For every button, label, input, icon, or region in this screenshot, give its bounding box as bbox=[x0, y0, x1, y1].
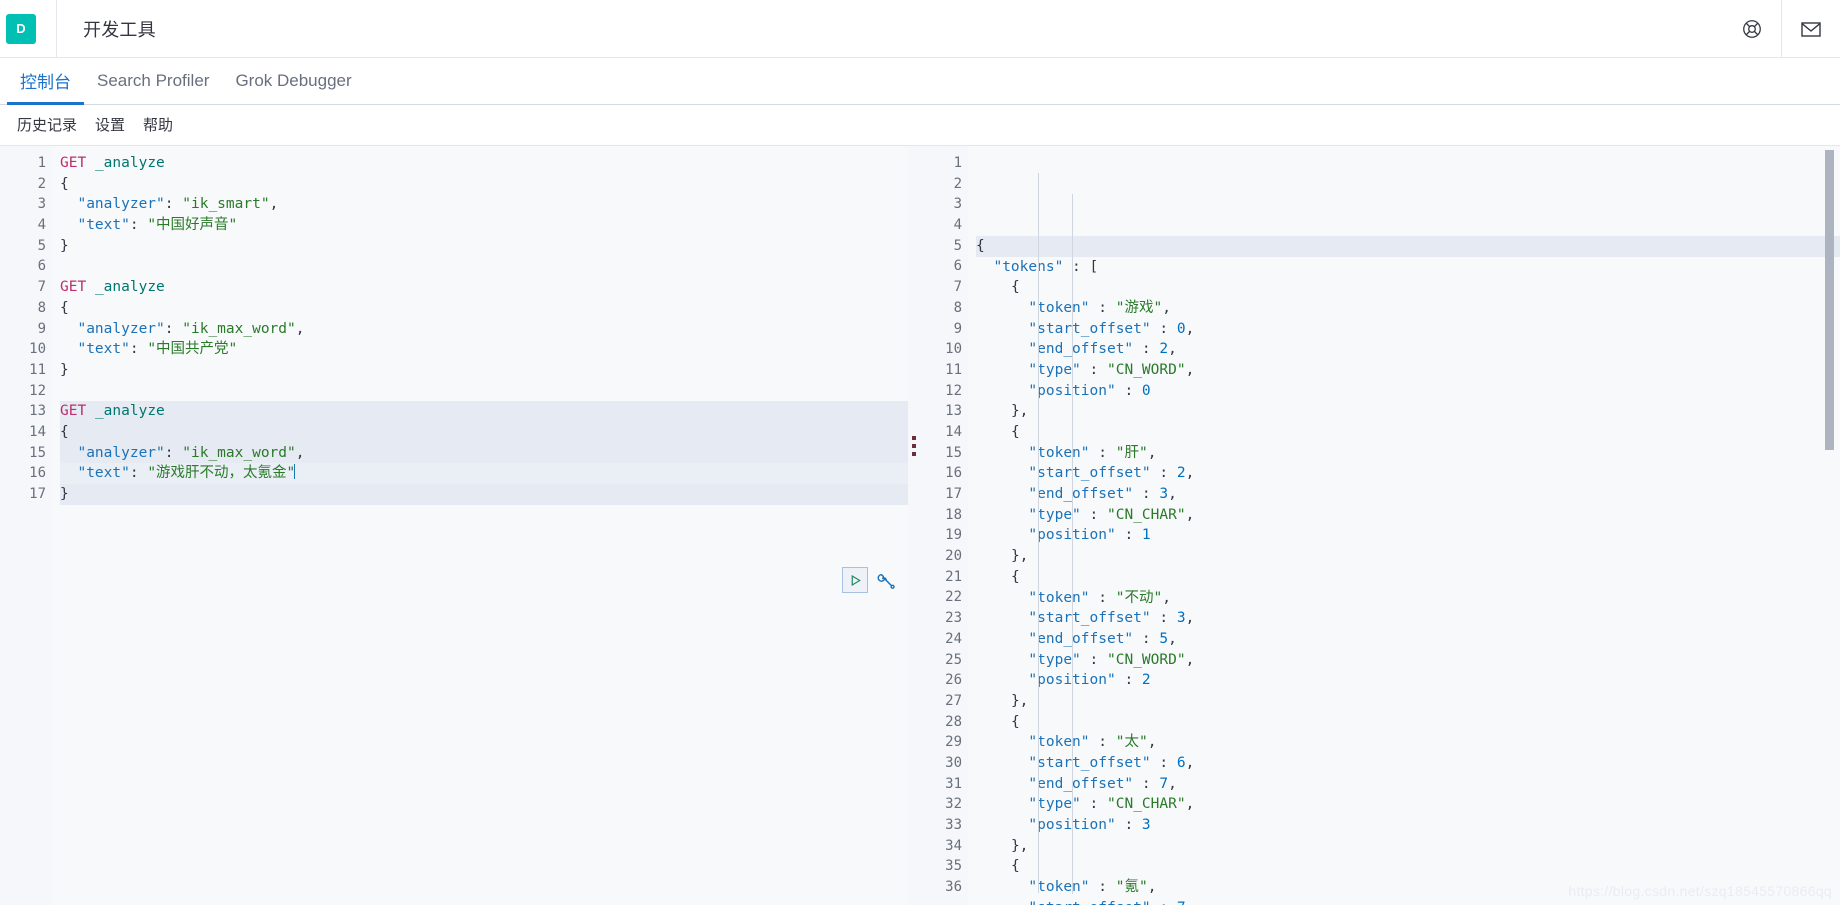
app-logo-badge: D bbox=[6, 13, 36, 44]
line-number: 12 bbox=[29, 382, 46, 399]
code-line: { bbox=[1010, 424, 1020, 440]
code-line: { bbox=[976, 235, 1840, 257]
code-line: "type" : "CN_CHAR", bbox=[1028, 796, 1195, 813]
resize-grip-dots bbox=[912, 436, 916, 456]
response-scrollbar-track[interactable] bbox=[1825, 146, 1837, 905]
response-scrollbar-thumb[interactable] bbox=[1825, 150, 1834, 450]
code-line[interactable]: GET _analyze bbox=[60, 153, 908, 174]
code-line[interactable] bbox=[60, 256, 908, 277]
code-line: "end_offset" : 7, bbox=[1028, 775, 1177, 792]
code-line[interactable]: "analyzer": "ik_max_word", bbox=[60, 442, 908, 464]
line-number: 15 bbox=[29, 444, 46, 461]
code-line[interactable]: GET _analyze bbox=[60, 401, 908, 422]
code-line: "token" : "太", bbox=[1028, 734, 1157, 751]
pane-resize-handle[interactable] bbox=[908, 146, 922, 905]
code-line: { bbox=[1010, 858, 1020, 875]
code-line[interactable]: } bbox=[60, 360, 908, 381]
line-number: 17▴ bbox=[0, 484, 57, 505]
code-line[interactable]: { bbox=[60, 298, 908, 319]
line-number: 11▴ bbox=[0, 360, 57, 381]
code-line: "position" : 1 bbox=[1028, 527, 1151, 544]
submenu-item-help[interactable]: 帮助 bbox=[134, 105, 182, 146]
code-line[interactable]: "analyzer": "ik_smart", bbox=[60, 194, 908, 215]
code-line: "tokens" : [ bbox=[993, 258, 1099, 275]
tab-console[interactable]: 控制台 bbox=[7, 57, 84, 105]
code-line: "position" : 0 bbox=[1028, 382, 1151, 399]
request-editor-pane[interactable]: 1 2▾3 4 5▴6 7 8▾9 10 11▴12 13 14▾15 16 17▴ GET _ana… bbox=[0, 146, 908, 905]
header-divider bbox=[56, 0, 57, 58]
line-number: 1 bbox=[37, 155, 46, 171]
code-line: "token" : "不动", bbox=[1028, 589, 1171, 606]
envelope-icon[interactable] bbox=[1782, 0, 1840, 58]
tab-grok-debugger[interactable]: Grok Debugger bbox=[222, 57, 364, 104]
submenu-item-settings[interactable]: 设置 bbox=[86, 105, 134, 146]
line-number: 9 bbox=[37, 320, 46, 337]
line-number: 16 bbox=[29, 465, 46, 482]
code-line: "type" : "CN_WORD", bbox=[1028, 651, 1195, 668]
console-workspace: 1 2▾3 4 5▴6 7 8▾9 10 11▴12 13 14▾15 16 17▴ GET _ana… bbox=[0, 146, 1840, 905]
wrench-icon[interactable] bbox=[875, 569, 897, 591]
line-number: 13 bbox=[29, 403, 46, 420]
code-line: "token" : "游戏", bbox=[1028, 299, 1171, 316]
code-line: "type" : "CN_WORD", bbox=[1028, 361, 1195, 378]
line-number: 10 bbox=[29, 341, 46, 358]
code-line: "position" : 3 bbox=[1028, 817, 1151, 834]
watermark-text: https://blog.csdn.net/szq18545570866qq bbox=[1568, 883, 1832, 899]
code-line: "end_offset" : 3, bbox=[1028, 486, 1177, 503]
line-number: 8▾ bbox=[0, 298, 57, 319]
code-line: { bbox=[1010, 568, 1020, 585]
page-title: 开发工具 bbox=[83, 19, 156, 40]
line-number: 6 bbox=[37, 258, 46, 275]
line-number: 7 bbox=[37, 279, 46, 296]
code-line: "start_offset" : 2, bbox=[1028, 465, 1195, 482]
code-line: { bbox=[1010, 713, 1020, 730]
tab-search-profiler[interactable]: Search Profiler bbox=[84, 57, 222, 104]
send-request-play-icon[interactable] bbox=[842, 567, 868, 593]
app-header: D 开发工具 bbox=[0, 0, 1840, 58]
code-line: "end_offset" : 5, bbox=[1028, 630, 1177, 647]
line-number: 3 bbox=[37, 196, 46, 213]
code-line: "start_offset" : 3, bbox=[1028, 610, 1195, 627]
code-line[interactable]: GET _analyze bbox=[60, 277, 908, 298]
code-line[interactable]: { bbox=[60, 174, 908, 195]
code-line: { bbox=[1010, 279, 1020, 296]
request-actions bbox=[842, 567, 897, 593]
submenu-item-history[interactable]: 历史记录 bbox=[8, 105, 86, 146]
lifebuoy-icon[interactable] bbox=[1723, 0, 1781, 58]
code-line: "token" : "肝", bbox=[1028, 444, 1157, 461]
line-number: 2▾ bbox=[0, 174, 57, 195]
line-number: 14▾ bbox=[0, 422, 57, 443]
code-line: "start_offset" : 0, bbox=[1028, 320, 1195, 337]
code-line[interactable]: "analyzer": "ik_max_word", bbox=[60, 319, 908, 340]
code-line[interactable]: } bbox=[60, 484, 908, 505]
code-line[interactable]: } bbox=[60, 236, 908, 257]
code-line: "position" : 2 bbox=[1028, 672, 1151, 689]
code-line: }, bbox=[1010, 548, 1029, 565]
code-line[interactable]: "text": "中国好声音" bbox=[60, 215, 908, 236]
editor-line-gutter: 1 2▾3 4 5▴6 7 8▾9 10 11▴12 13 14▾15 16 17▴ bbox=[0, 146, 57, 905]
code-line[interactable]: "text": "游戏肝不动，太氪金" bbox=[60, 463, 908, 484]
response-viewer-pane[interactable]: 1▾2▾3▾456789▴10▾111213141516▴17▾18192021… bbox=[908, 146, 1840, 905]
code-line: }, bbox=[1010, 837, 1029, 854]
primary-tabs: 控制台 Search Profiler Grok Debugger bbox=[0, 58, 1840, 105]
code-line: "type" : "CN_CHAR", bbox=[1028, 506, 1195, 523]
code-line: "start_offset" : 6, bbox=[1028, 755, 1195, 771]
code-line[interactable]: "text": "中国共产党" bbox=[60, 339, 908, 360]
header-actions bbox=[1723, 0, 1840, 58]
code-line[interactable]: { bbox=[60, 421, 908, 443]
line-number: 4 bbox=[37, 217, 46, 234]
line-number: 5▴ bbox=[0, 236, 57, 257]
code-line: }, bbox=[1010, 403, 1029, 420]
code-line: }, bbox=[1010, 692, 1029, 709]
console-submenu: 历史记录 设置 帮助 bbox=[0, 105, 1840, 146]
results-code-area: { "tokens" : [ { "token" : "游戏", "start_… bbox=[968, 146, 1840, 905]
editor-code-area[interactable]: GET _analyze{ "analyzer": "ik_smart", "t… bbox=[52, 146, 908, 905]
code-line: "end_offset" : 2, bbox=[1028, 341, 1177, 358]
code-line[interactable] bbox=[60, 381, 908, 402]
